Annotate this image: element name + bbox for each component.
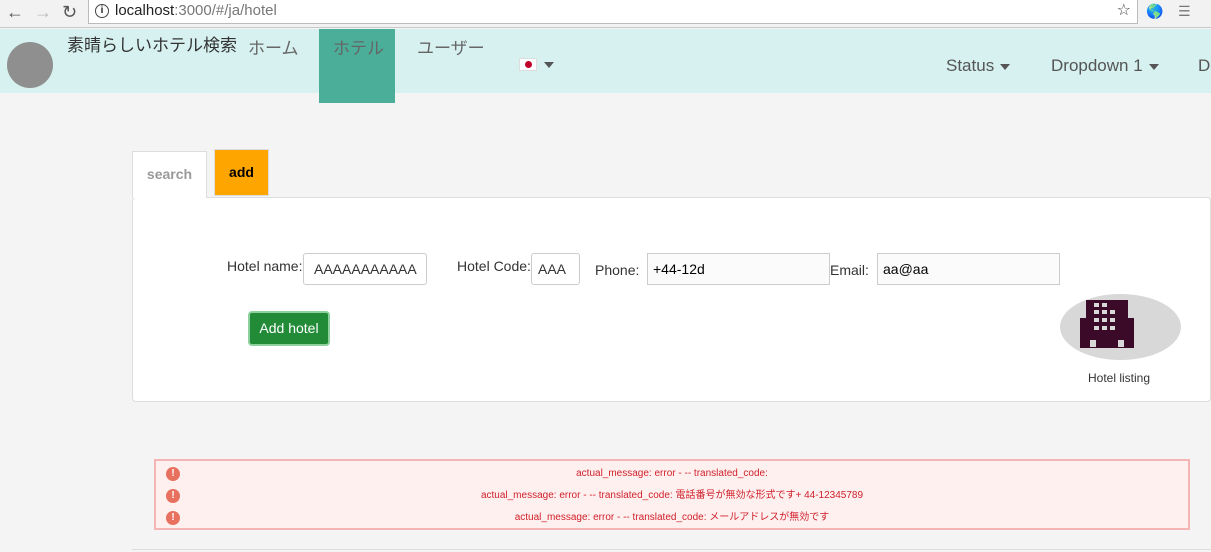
status-dropdown[interactable]: Status	[946, 56, 1011, 76]
error-icon: !	[166, 511, 180, 525]
github-logo-icon[interactable]	[7, 42, 53, 88]
alert-item: ! actual_message: error - -- translated_c…	[156, 464, 1188, 484]
add-hotel-button[interactable]: Add hotel	[248, 311, 330, 346]
hotel-name-input[interactable]: AAAAAAAAAAA	[303, 253, 427, 285]
dropdown-1[interactable]: Dropdown 1	[1051, 56, 1159, 76]
forward-icon[interactable]: →	[34, 2, 52, 23]
error-icon: !	[166, 489, 180, 503]
bookmark-star-icon[interactable]: ☆	[1117, 0, 1131, 22]
japan-flag-icon[interactable]	[519, 58, 537, 71]
hotel-code-label: Hotel Code:	[457, 258, 531, 274]
hotel-name-label: Hotel name:	[227, 258, 303, 274]
info-icon[interactable]: i	[95, 4, 109, 18]
hotel-listing-label[interactable]: Hotel listing	[1088, 371, 1150, 385]
divider	[132, 549, 1211, 550]
building-icon	[1080, 300, 1134, 348]
brand-title[interactable]: 素晴らしいホテル検索	[67, 31, 237, 56]
address-bar[interactable]: i localhost:3000/#/ja/hotel ☆	[88, 0, 1138, 24]
nav-hotel[interactable]: ホテル	[333, 34, 384, 59]
browser-toolbar: ← → ↻ i localhost:3000/#/ja/hotel ☆ 🌎 ☰	[0, 0, 1211, 28]
error-icon: !	[166, 467, 180, 481]
phone-label: Phone:	[595, 262, 640, 278]
caret-down-icon	[1148, 63, 1159, 70]
hotel-code-input[interactable]: AAA	[531, 253, 580, 285]
tab-add[interactable]: add	[214, 149, 269, 196]
alert-item: ! actual_message: error - -- translated_c…	[156, 508, 1188, 528]
phone-input[interactable]: +44-12d	[647, 253, 830, 285]
hotel-listing-button[interactable]	[1060, 294, 1181, 360]
nav-home[interactable]: ホーム	[248, 34, 299, 59]
add-hotel-panel	[132, 197, 1211, 402]
tab-search[interactable]: search	[132, 151, 207, 198]
top-navbar: 素晴らしいホテル検索 ホーム ホテル ユーザー Status Dropdown …	[0, 29, 1211, 103]
extension-globe-icon[interactable]: 🌎	[1146, 3, 1163, 20]
email-input[interactable]: aa@aa	[877, 253, 1060, 285]
language-caret-icon[interactable]	[544, 62, 554, 68]
reload-icon[interactable]: ↻	[62, 2, 77, 23]
menu-icon[interactable]: ☰	[1178, 3, 1191, 20]
alert-item: ! actual_message: error - -- translated_c…	[156, 486, 1188, 506]
email-label: Email:	[830, 262, 869, 278]
back-icon[interactable]: ←	[6, 2, 24, 23]
caret-down-icon	[1000, 63, 1011, 70]
nav-users[interactable]: ユーザー	[417, 34, 485, 59]
error-alerts: ! actual_message: error - -- translated_c…	[154, 459, 1190, 530]
dropdown-truncated[interactable]: D	[1198, 56, 1210, 76]
